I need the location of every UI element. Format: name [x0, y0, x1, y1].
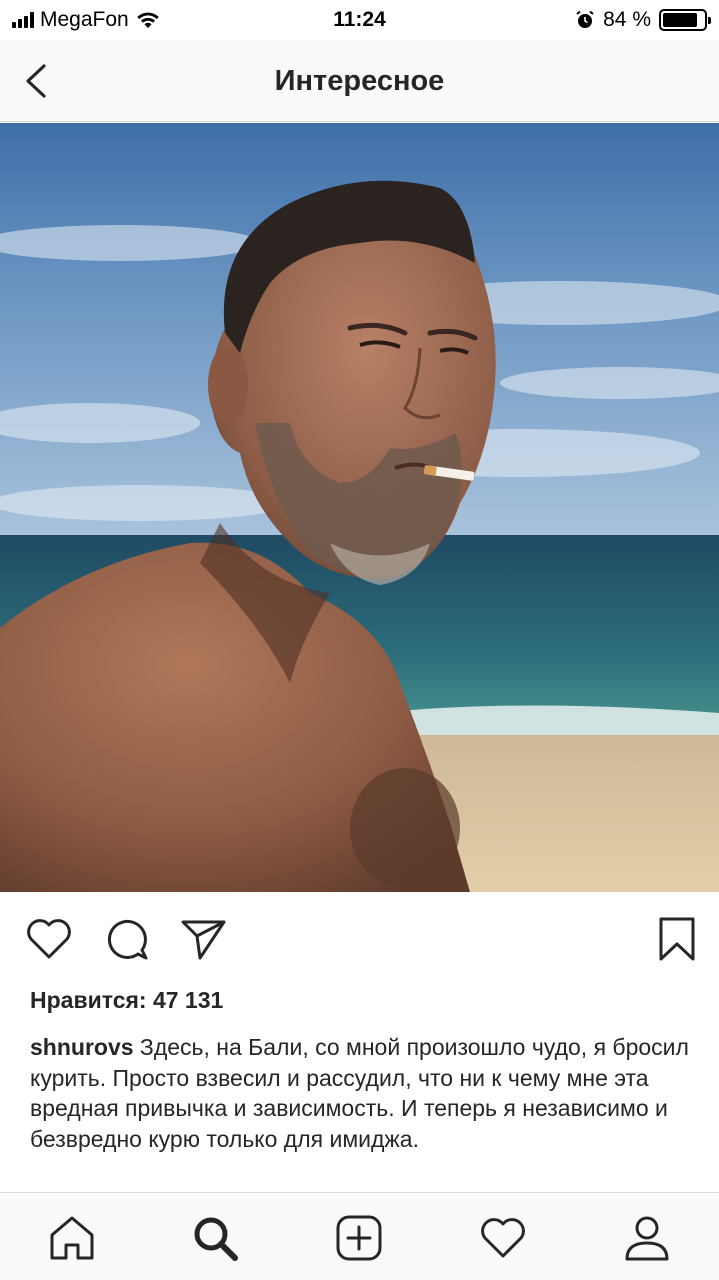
likes-count[interactable]: Нравится: 47 131 [30, 987, 223, 1014]
comment-icon[interactable] [102, 914, 152, 964]
heart-icon[interactable] [24, 914, 74, 964]
status-bar: MegaFon 11:24 84 % [0, 0, 719, 40]
search-icon[interactable] [190, 1213, 240, 1263]
caption-username[interactable]: shnurovs [30, 1034, 134, 1060]
bookmark-icon[interactable] [652, 914, 702, 964]
share-icon[interactable] [178, 914, 228, 964]
battery-percent: 84 % [603, 8, 651, 31]
home-icon[interactable] [47, 1213, 97, 1263]
nav-header: Интересное [0, 40, 719, 122]
page-title: Интересное [274, 65, 445, 97]
tab-bar [0, 1192, 719, 1280]
status-right: 84 % [575, 8, 711, 32]
alarm-icon [576, 10, 594, 28]
battery-icon [659, 9, 711, 31]
post-actions [0, 892, 719, 987]
profile-icon[interactable] [622, 1213, 672, 1263]
add-post-icon[interactable] [334, 1213, 384, 1263]
activity-heart-icon[interactable] [478, 1213, 528, 1263]
post-caption: shnurovs Здесь, на Бали, со мной произош… [30, 1032, 690, 1154]
post-image[interactable] [0, 123, 719, 892]
